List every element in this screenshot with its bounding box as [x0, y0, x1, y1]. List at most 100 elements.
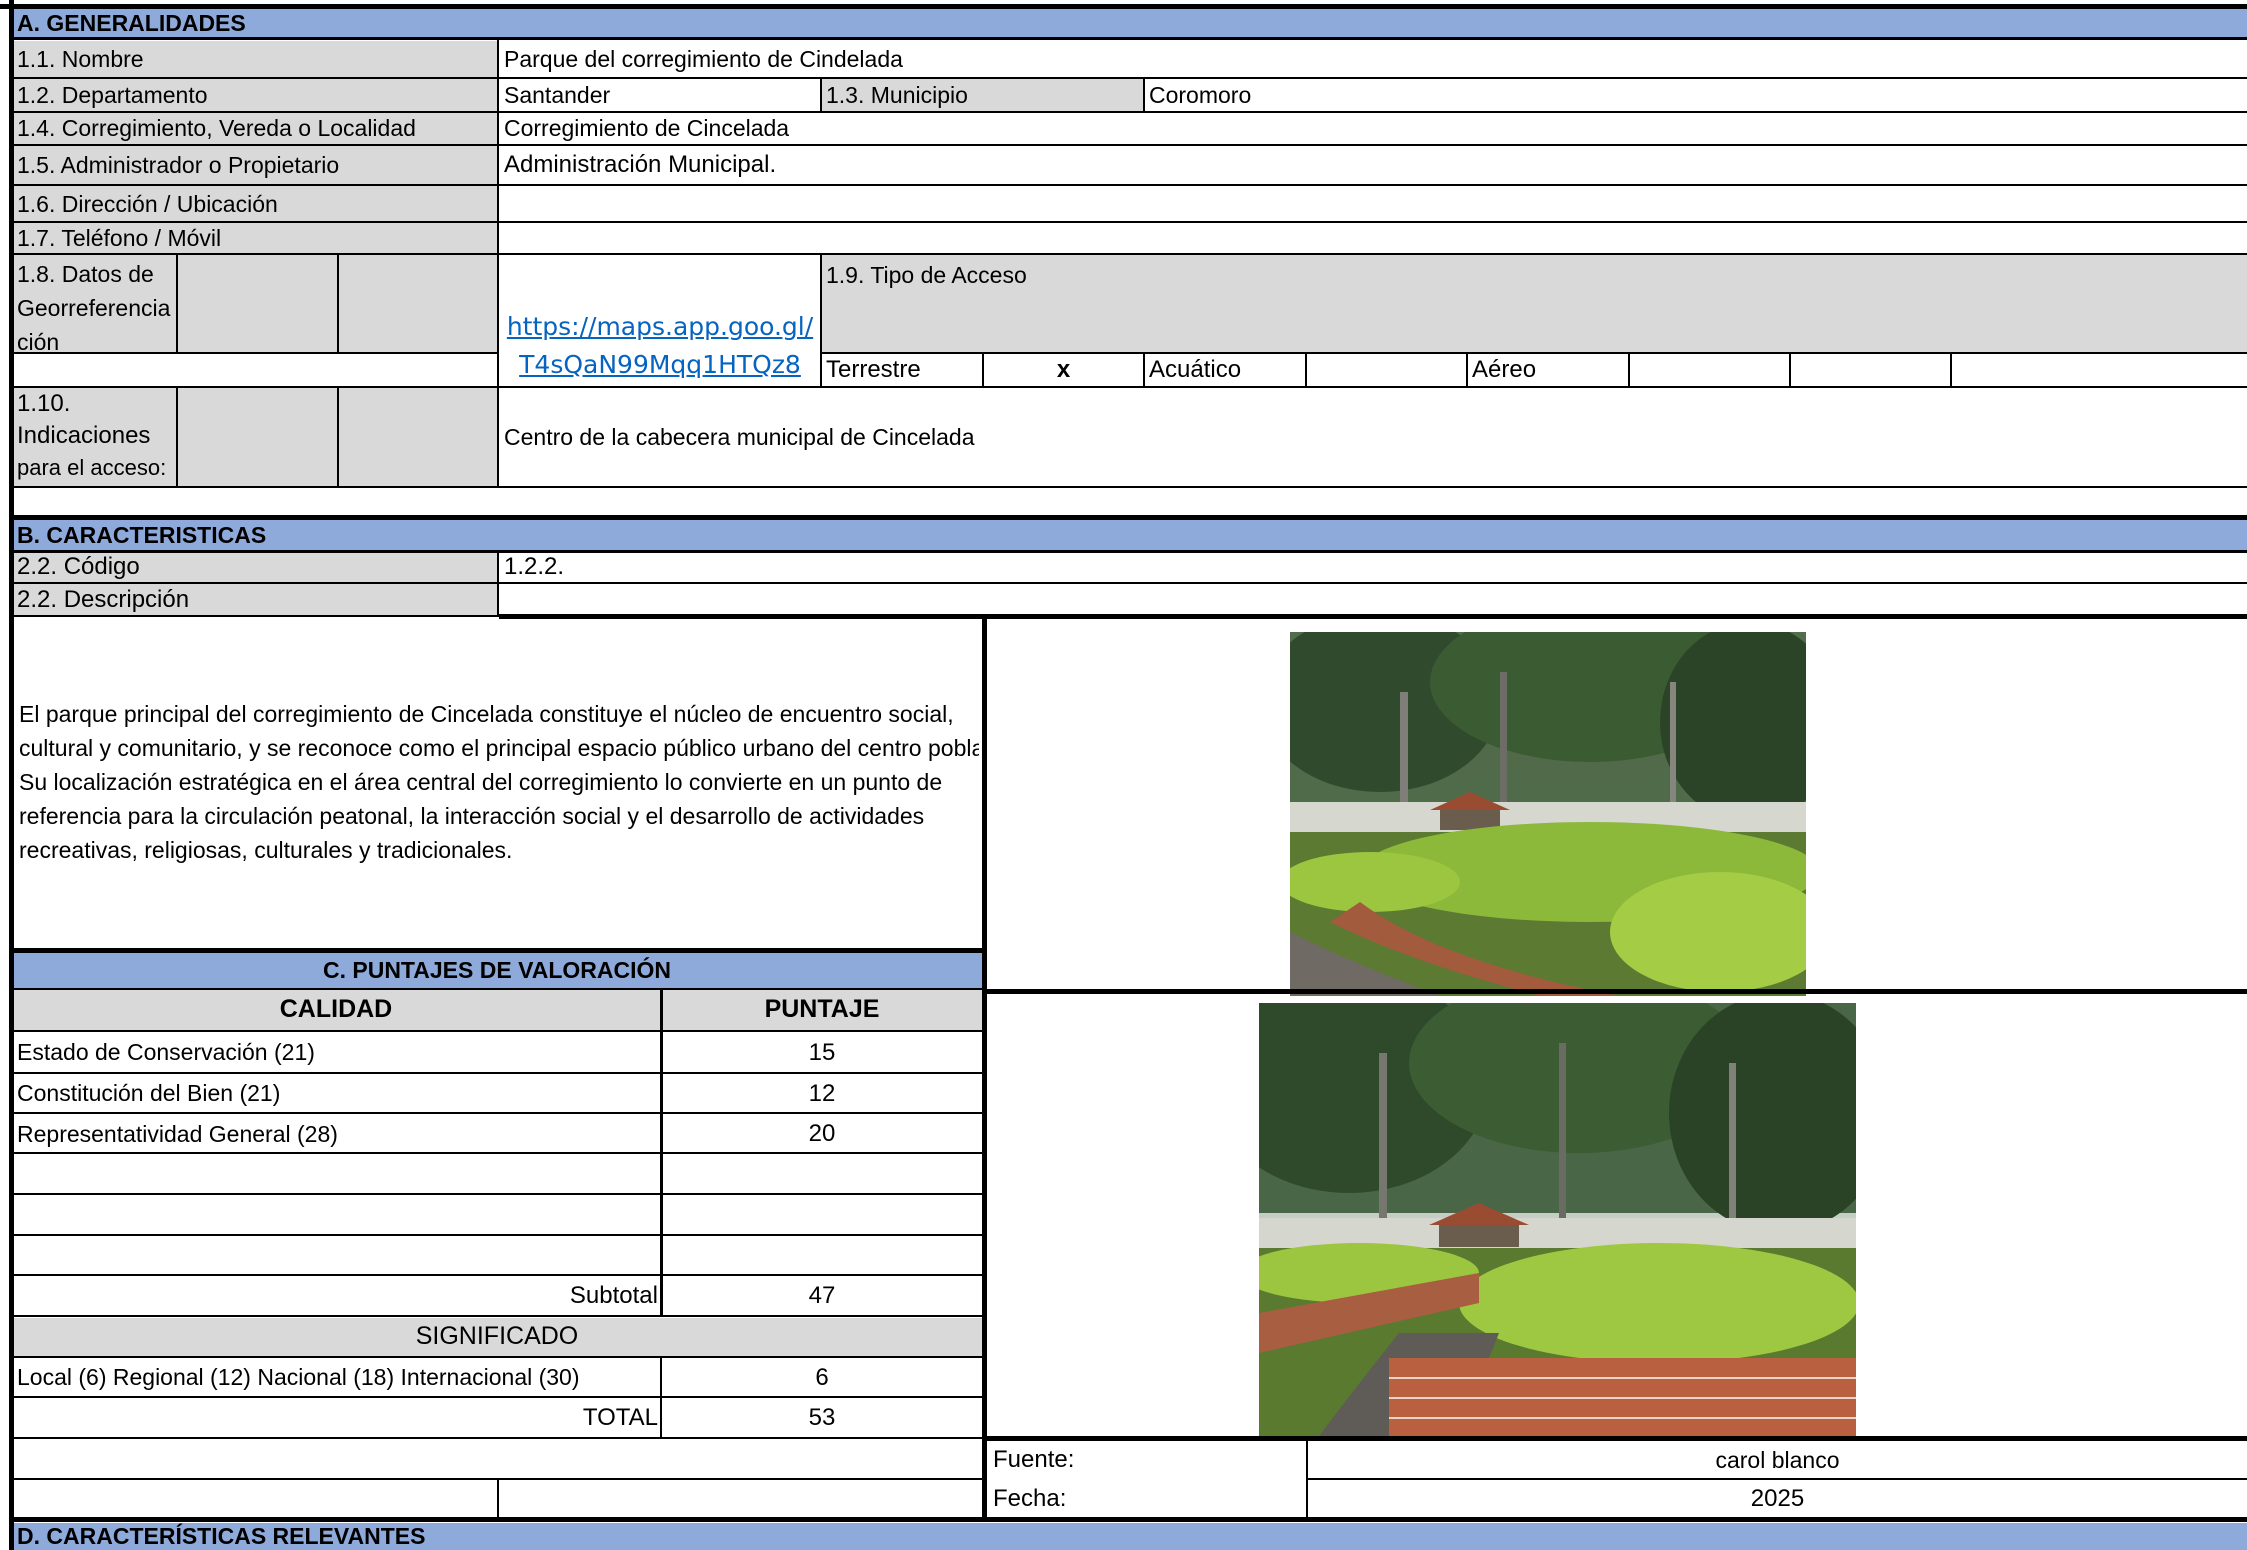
grid-line — [821, 352, 2247, 354]
grid-line — [497, 1478, 499, 1518]
park-photo-1-image — [1290, 632, 1806, 996]
indicaciones-cell-2 — [177, 388, 338, 486]
grid-line — [1143, 78, 1145, 112]
grid-line — [985, 1436, 2247, 1441]
grid-line — [12, 144, 2247, 146]
nombre-label: 1.1. Nombre — [12, 41, 499, 77]
score-row-value: 12 — [808, 1079, 836, 1107]
significado-header: SIGNIFICADO — [12, 1318, 982, 1356]
section-b-header: B. CARACTERISTICAS — [12, 520, 2247, 550]
georef-lon-cell — [338, 255, 499, 352]
score-row-label: Constitución del Bien (21) — [17, 1080, 281, 1107]
grid-line — [660, 1356, 662, 1438]
grid-line — [12, 582, 2247, 584]
descripcion-line: El parque principal del corregimiento de… — [19, 701, 954, 727]
georef-lat-cell — [177, 255, 338, 352]
administrador-value: Administración Municipal. — [504, 151, 777, 178]
indicaciones-label-line: 1.10. — [17, 390, 71, 417]
descripcion-line: Su localización estratégica en el área c… — [19, 769, 943, 795]
grid-line — [12, 1193, 983, 1195]
grid-line — [1306, 1478, 2247, 1480]
grid-line — [12, 1030, 983, 1032]
significado-value: 6 — [815, 1363, 829, 1391]
significado-row-label: Local (6) Regional (12) Nacional (18) In… — [17, 1364, 580, 1391]
codigo-value: 1.2.2. — [504, 553, 565, 580]
calidad-header: CALIDAD — [12, 990, 660, 1030]
fuente-value: carol blanco — [1715, 1446, 1840, 1473]
grid-line — [12, 988, 983, 990]
grid-line — [1466, 353, 1468, 386]
grid-line — [12, 486, 2247, 488]
indicaciones-value: Centro de la cabecera municipal de Cince… — [504, 423, 975, 450]
administrador-label: 1.5. Administrador o Propietario — [12, 146, 499, 184]
map-link-line[interactable]: https://maps.app.goo.gl/ — [507, 308, 813, 346]
grid-line — [337, 387, 339, 486]
grid-line — [176, 387, 178, 486]
descripcion-line: referencia para la circulación peatonal,… — [19, 803, 925, 829]
aereo-mark — [1629, 354, 1790, 386]
acuatico-mark — [1306, 354, 1467, 386]
heritage-inventory-sheet: A. GENERALIDADES 1.1. Nombre Parque del … — [0, 0, 2247, 1550]
grid-line — [12, 1234, 983, 1236]
grid-line — [820, 254, 822, 386]
grid-line — [985, 989, 2247, 994]
localidad-value: Corregimiento de Cincelada — [504, 114, 790, 141]
score-row-value: 20 — [808, 1120, 836, 1147]
direccion-value — [499, 186, 2247, 222]
grid-line — [1143, 353, 1145, 386]
grid-line — [1306, 1438, 1308, 1519]
grid-line — [12, 550, 2247, 553]
indicaciones-label: 1.10. Indicaciones para el acceso: — [12, 388, 177, 486]
indicaciones-cell-3 — [338, 388, 499, 486]
grid-line — [337, 254, 339, 353]
total-value: 53 — [808, 1404, 836, 1431]
georef-link[interactable]: https://maps.app.goo.gl/ T4sQaN99Mqq1HTQ… — [499, 255, 821, 386]
section-c-header: C. PUNTAJES DE VALORACIÓN — [12, 952, 982, 988]
descripcion-text: El parque principal del corregimiento de… — [14, 697, 979, 877]
telefono-label: 1.7. Teléfono / Móvil — [12, 223, 499, 254]
grid-line — [497, 551, 499, 617]
grid-line — [9, 0, 14, 1550]
score-row-value: 15 — [808, 1038, 836, 1066]
grid-line — [12, 1112, 983, 1114]
grid-line — [12, 515, 2247, 520]
grid-line — [12, 1072, 983, 1074]
grid-line — [1789, 353, 1791, 386]
georef-label-line: 1.8. Datos de — [17, 261, 154, 287]
grid-line — [1628, 353, 1630, 386]
indicaciones-label-line: para el acceso: — [17, 455, 167, 480]
georef-blank-row — [12, 354, 499, 386]
map-link-line[interactable]: T4sQaN99Mqq1HTQz8 — [519, 346, 801, 384]
total-label: TOTAL — [582, 1404, 658, 1431]
grid-line — [982, 353, 984, 386]
georef-label-line: ción — [17, 329, 60, 352]
grid-line — [499, 614, 2247, 619]
grid-line — [12, 1437, 983, 1439]
descripcion-line: recreativas, religiosas, culturales y tr… — [19, 837, 513, 863]
grid-line — [176, 254, 178, 353]
georef-label-line: Georreferencia — [17, 295, 171, 321]
score-row-label: Representatividad General (28) — [17, 1120, 338, 1147]
acceso-label: 1.9. Tipo de Acceso — [821, 255, 2247, 352]
grid-line — [12, 352, 499, 354]
grid-line — [12, 253, 2247, 255]
terrestre-label: Terrestre — [826, 356, 921, 383]
subtotal-label: Subtotal — [569, 1282, 658, 1309]
grid-line — [12, 77, 2247, 79]
direccion-label: 1.6. Dirección / Ubicación — [12, 186, 499, 222]
nombre-value: Parque del corregimiento de Cindelada — [504, 45, 903, 72]
grid-line — [0, 4, 2247, 9]
indicaciones-label-line: Indicaciones — [17, 422, 151, 449]
grid-line — [1950, 353, 1952, 386]
departamento-value: Santander — [504, 82, 611, 109]
grid-line — [12, 37, 2247, 40]
grid-line — [12, 1396, 983, 1398]
codigo-label: 2.2. Código — [12, 552, 499, 582]
georef-label: 1.8. Datos de Georreferencia ción — [12, 255, 177, 352]
municipio-label: 1.3. Municipio — [821, 79, 1144, 112]
fecha-value: 2025 — [1750, 1485, 1805, 1512]
terrestre-mark: x — [1056, 356, 1071, 383]
grid-line — [12, 1517, 2247, 1522]
grid-line — [12, 1274, 983, 1276]
grid-line — [12, 948, 983, 953]
